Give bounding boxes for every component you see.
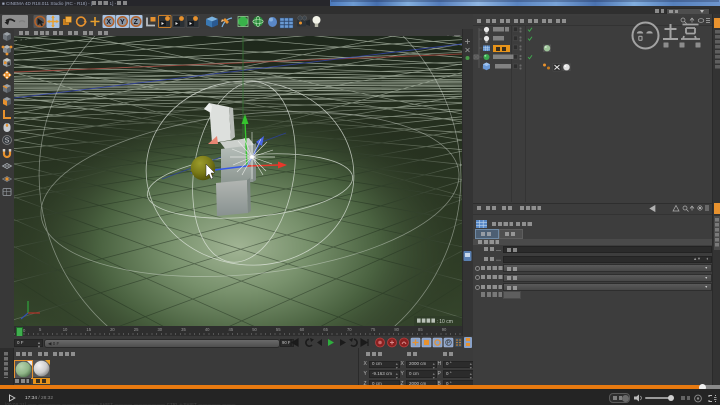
svg-text:S: S: [5, 138, 10, 145]
svg-text:: 10 cm: : 10 cm: [437, 319, 453, 325]
svg-text:Z: Z: [134, 19, 139, 26]
svg-text:X: X: [106, 19, 111, 26]
svg-text:Y: Y: [120, 19, 125, 26]
